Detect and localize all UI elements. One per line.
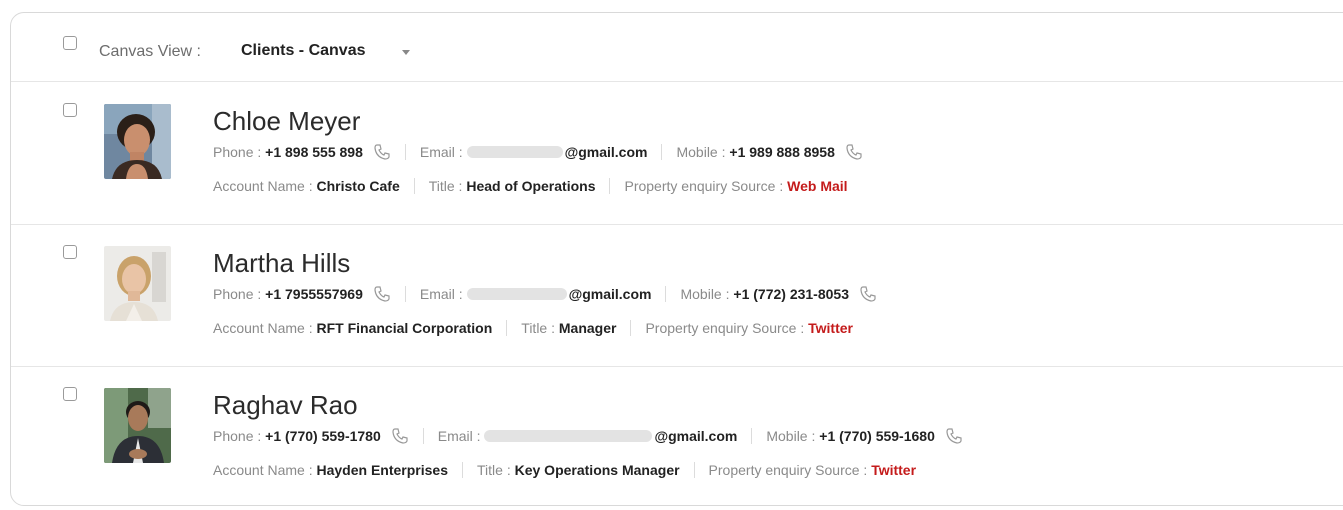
phone-icon[interactable] <box>859 285 877 303</box>
account-label: Account Name : <box>213 462 313 478</box>
source-value: Web Mail <box>787 178 848 194</box>
contact-line-1: Phone : +1 (770) 559-1780 Email : @gmail… <box>213 427 963 445</box>
canvas-view-selector[interactable]: Clients - Canvas <box>241 42 365 60</box>
divider <box>609 178 611 194</box>
source-value: Twitter <box>871 462 917 478</box>
canvas-view-label: Canvas View : <box>99 43 201 60</box>
contact-row[interactable]: Raghav Rao Phone : +1 (770) 559-1780 Ema… <box>11 366 1343 505</box>
row-checkbox[interactable] <box>63 245 77 259</box>
divider <box>661 144 663 160</box>
contact-line-2: Account Name : Hayden Enterprises Title … <box>213 462 916 478</box>
source-value: Twitter <box>808 320 853 336</box>
contact-row[interactable]: Chloe Meyer Phone : +1 898 555 898 Email… <box>11 82 1343 225</box>
divider <box>404 144 406 160</box>
contact-name[interactable]: Raghav Rao <box>213 390 358 421</box>
mobile-label: Mobile : <box>676 144 726 160</box>
email-label: Email : <box>419 286 463 302</box>
chevron-down-icon[interactable] <box>402 50 410 55</box>
phone-value: +1 (770) 559-1780 <box>265 428 381 444</box>
phone-icon[interactable] <box>373 285 391 303</box>
avatar <box>104 388 171 463</box>
phone-value: +1 7955557969 <box>265 286 363 302</box>
source-label: Property enquiry Source : <box>624 178 784 194</box>
divider <box>413 178 415 194</box>
divider <box>665 286 667 302</box>
contact-row[interactable]: Martha Hills Phone : +1 7955557969 Email… <box>11 224 1343 367</box>
contact-name[interactable]: Martha Hills <box>213 248 350 279</box>
row-checkbox[interactable] <box>63 103 77 117</box>
contact-line-1: Phone : +1 898 555 898 Email : @gmail.co… <box>213 143 863 161</box>
divider <box>693 462 695 478</box>
avatar <box>104 104 171 179</box>
phone-label: Phone : <box>213 286 262 302</box>
phone-icon[interactable] <box>845 143 863 161</box>
account-label: Account Name : <box>213 178 313 194</box>
avatar <box>104 246 171 321</box>
divider <box>630 320 632 336</box>
select-all-checkbox[interactable] <box>63 36 77 50</box>
contact-name[interactable]: Chloe Meyer <box>213 106 360 137</box>
mobile-value: +1 989 888 8958 <box>729 144 835 160</box>
email-value[interactable]: @gmail.com <box>654 428 737 444</box>
account-value: Hayden Enterprises <box>316 462 449 478</box>
mobile-label: Mobile : <box>766 428 816 444</box>
title-value: Manager <box>558 320 617 336</box>
phone-icon[interactable] <box>373 143 391 161</box>
mobile-label: Mobile : <box>680 286 730 302</box>
source-label: Property enquiry Source : <box>708 462 868 478</box>
title-value: Head of Operations <box>466 178 596 194</box>
email-label: Email : <box>419 144 463 160</box>
canvas-view-header: Canvas View : Clients - Canvas <box>11 13 1343 82</box>
phone-value: +1 898 555 898 <box>265 144 363 160</box>
phone-label: Phone : <box>213 144 262 160</box>
divider <box>751 428 753 444</box>
email-redacted <box>466 288 567 300</box>
divider <box>404 286 406 302</box>
email-value[interactable]: @gmail.com <box>565 144 648 160</box>
email-redacted <box>466 146 563 158</box>
account-value: RFT Financial Corporation <box>316 320 493 336</box>
phone-icon[interactable] <box>391 427 409 445</box>
row-checkbox[interactable] <box>63 387 77 401</box>
email-value[interactable]: @gmail.com <box>569 286 652 302</box>
divider <box>422 428 424 444</box>
title-label: Title : <box>428 178 463 194</box>
mobile-value: +1 (772) 231-8053 <box>733 286 849 302</box>
contact-line-2: Account Name : Christo Cafe Title : Head… <box>213 178 848 194</box>
title-value: Key Operations Manager <box>514 462 680 478</box>
mobile-value: +1 (770) 559-1680 <box>819 428 935 444</box>
title-label: Title : <box>477 462 511 478</box>
source-label: Property enquiry Source : <box>645 320 805 336</box>
account-value: Christo Cafe <box>316 178 400 194</box>
canvas-view-panel: Canvas View : Clients - Canvas Chloe Mey… <box>10 12 1343 506</box>
contact-line-2: Account Name : RFT Financial Corporation… <box>213 320 853 336</box>
divider <box>462 462 463 478</box>
divider <box>506 320 508 336</box>
account-label: Account Name : <box>213 320 313 336</box>
title-label: Title : <box>521 320 555 336</box>
phone-icon[interactable] <box>945 427 963 445</box>
contact-line-1: Phone : +1 7955557969 Email : @gmail.com… <box>213 285 877 303</box>
email-label: Email : <box>437 428 481 444</box>
email-redacted <box>484 430 653 442</box>
phone-label: Phone : <box>213 428 262 444</box>
